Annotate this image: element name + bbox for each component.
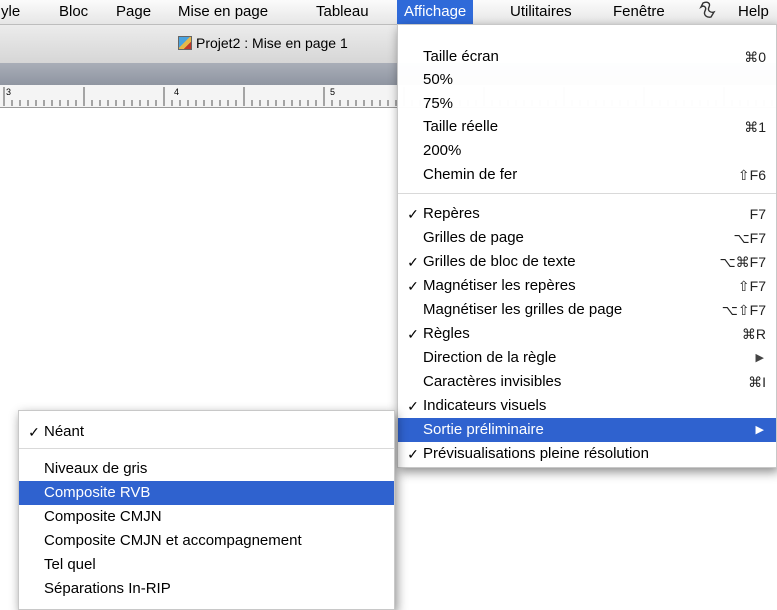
- sortie-submenu-item[interactable]: Tel quel: [19, 553, 394, 577]
- shortcut-label: ⇧F6: [737, 167, 766, 183]
- affichage-menu-item-label: 50%: [423, 71, 454, 88]
- checkmark-icon: ✓: [407, 326, 419, 342]
- affichage-menu-item[interactable]: Direction de la règle ▶: [398, 346, 776, 370]
- script-icon[interactable]: [692, 0, 724, 24]
- affichage-menu-item-label: Règles: [423, 325, 470, 342]
- affichage-menu-item-label: Caractères invisibles: [423, 373, 562, 390]
- sortie-submenu-item[interactable]: Niveaux de gris: [19, 457, 394, 481]
- sortie-submenu-item[interactable]: Composite CMJN: [19, 505, 394, 529]
- ruler-label: 3: [6, 87, 11, 97]
- window-title: Projet2 : Mise en page 1: [178, 34, 348, 52]
- shortcut-label: ⌥⇧F7: [721, 302, 766, 318]
- menu-bar: yle Bloc Page Mise en page Tableau Affic…: [0, 0, 777, 25]
- menu-bloc[interactable]: Bloc: [52, 0, 95, 24]
- shortcut-label: ⌥F7: [733, 230, 766, 246]
- menu-utilitaires[interactable]: Utilitaires: [503, 0, 579, 24]
- document-icon: [178, 36, 192, 50]
- menu-fenetre[interactable]: Fenêtre: [606, 0, 672, 24]
- affichage-menu-item-label: Chemin de fer: [423, 166, 518, 183]
- affichage-menu-item-label: Taille réelle: [423, 118, 499, 135]
- affichage-menu-item-label: Grilles de page: [423, 229, 524, 246]
- affichage-menu-item[interactable]: Sortie préliminaire ▶: [398, 418, 776, 442]
- checkmark-icon: ✓: [407, 254, 419, 270]
- shortcut-label: ⌥⌘F7: [719, 254, 766, 270]
- affichage-menu-item-label: Repères: [423, 205, 480, 222]
- menu-page[interactable]: Page: [109, 0, 158, 24]
- affichage-menu-item[interactable]: Taille réelle ⌘1: [398, 115, 776, 139]
- affichage-menu-item-label: Sortie préliminaire: [423, 421, 544, 438]
- submenu-arrow-icon: ▶: [755, 352, 764, 364]
- checkmark-icon: ✓: [407, 206, 419, 222]
- affichage-menu-item-label: Magnétiser les grilles de page: [423, 301, 623, 318]
- affichage-menu-item[interactable]: ✓ Repères F7: [398, 202, 776, 226]
- shortcut-label: ⌘0: [744, 49, 766, 65]
- affichage-menu-item[interactable]: Taille écran ⌘0: [398, 45, 776, 69]
- window-title-text: Projet2 : Mise en page 1: [196, 35, 348, 51]
- affichage-menu-item[interactable]: Magnétiser les grilles de page ⌥⇧F7: [398, 298, 776, 322]
- menu-help[interactable]: Help: [731, 0, 776, 24]
- submenu-arrow-icon: ▶: [755, 424, 764, 436]
- sortie-submenu-item[interactable]: Séparations In-RIP: [19, 577, 394, 601]
- affichage-menu-item-label: Indicateurs visuels: [423, 397, 547, 414]
- shortcut-label: ⌘1: [744, 119, 766, 135]
- shortcut-label: ⇧F7: [737, 278, 766, 294]
- sortie-submenu-item-label: Composite RVB: [44, 484, 151, 501]
- affichage-menu-item[interactable]: 50%: [398, 68, 776, 92]
- sortie-submenu-item-label: Séparations In-RIP: [44, 580, 171, 597]
- menu-separator: [19, 448, 394, 449]
- affichage-menu-item[interactable]: ✓ Règles ⌘R: [398, 322, 776, 346]
- menu-mise-en-page[interactable]: Mise en page: [171, 0, 275, 24]
- affichage-menu-item[interactable]: ✓ Grilles de bloc de texte ⌥⌘F7: [398, 250, 776, 274]
- shortcut-label: ⌘I: [748, 374, 766, 390]
- affichage-menu-item-label: 75%: [423, 95, 454, 112]
- checkmark-icon: ✓: [407, 398, 419, 414]
- sortie-preliminaire-submenu: ✓ Néant Niveaux de gris Composite RVB Compos…: [18, 410, 395, 610]
- checkmark-icon: ✓: [28, 424, 40, 440]
- sortie-submenu-item-label: Niveaux de gris: [44, 460, 148, 477]
- affichage-menu-item[interactable]: 200%: [398, 139, 776, 163]
- affichage-menu: Taille écran ⌘0 50% 75% Taille réelle ⌘1 200% C…: [397, 24, 777, 468]
- sortie-submenu-item[interactable]: Composite RVB: [19, 481, 394, 505]
- sortie-submenu-item-label: Tel quel: [44, 556, 96, 573]
- menu-affichage[interactable]: Affichage: [397, 0, 474, 24]
- checkmark-icon: ✓: [407, 278, 419, 294]
- affichage-menu-item-label: Taille écran: [423, 48, 499, 65]
- affichage-menu-item[interactable]: ✓ Prévisualisations pleine résolution: [398, 442, 776, 466]
- affichage-menu-item-label: Prévisualisations pleine résolution: [423, 445, 649, 462]
- shortcut-label: F7: [749, 206, 766, 222]
- menu-separator: [398, 193, 776, 194]
- sortie-submenu-item-label: Néant: [44, 423, 85, 440]
- checkmark-icon: ✓: [407, 446, 419, 462]
- ruler-label: 4: [174, 87, 179, 97]
- affichage-menu-item[interactable]: ✓ Indicateurs visuels: [398, 394, 776, 418]
- affichage-menu-item-label: Magnétiser les repères: [423, 277, 576, 294]
- affichage-menu-item[interactable]: 75%: [398, 92, 776, 116]
- affichage-menu-item-label: Grilles de bloc de texte: [423, 253, 576, 270]
- sortie-submenu-item[interactable]: ✓ Néant: [19, 420, 394, 444]
- menu-style[interactable]: yle: [0, 0, 27, 24]
- affichage-menu-item[interactable]: Caractères invisibles ⌘I: [398, 370, 776, 394]
- affichage-menu-item[interactable]: Chemin de fer ⇧F6: [398, 163, 776, 187]
- affichage-menu-item-label: Direction de la règle: [423, 349, 557, 366]
- menu-tableau[interactable]: Tableau: [309, 0, 376, 24]
- affichage-menu-item-label: 200%: [423, 142, 462, 159]
- shortcut-label: ⌘R: [741, 326, 766, 342]
- affichage-menu-item[interactable]: ✓ Magnétiser les repères ⇧F7: [398, 274, 776, 298]
- ruler-label: 5: [330, 87, 335, 97]
- affichage-menu-item[interactable]: Grilles de page ⌥F7: [398, 226, 776, 250]
- sortie-submenu-item-label: Composite CMJN: [44, 508, 162, 525]
- sortie-submenu-item[interactable]: Composite CMJN et accompagnement: [19, 529, 394, 553]
- sortie-submenu-item-label: Composite CMJN et accompagnement: [44, 532, 302, 549]
